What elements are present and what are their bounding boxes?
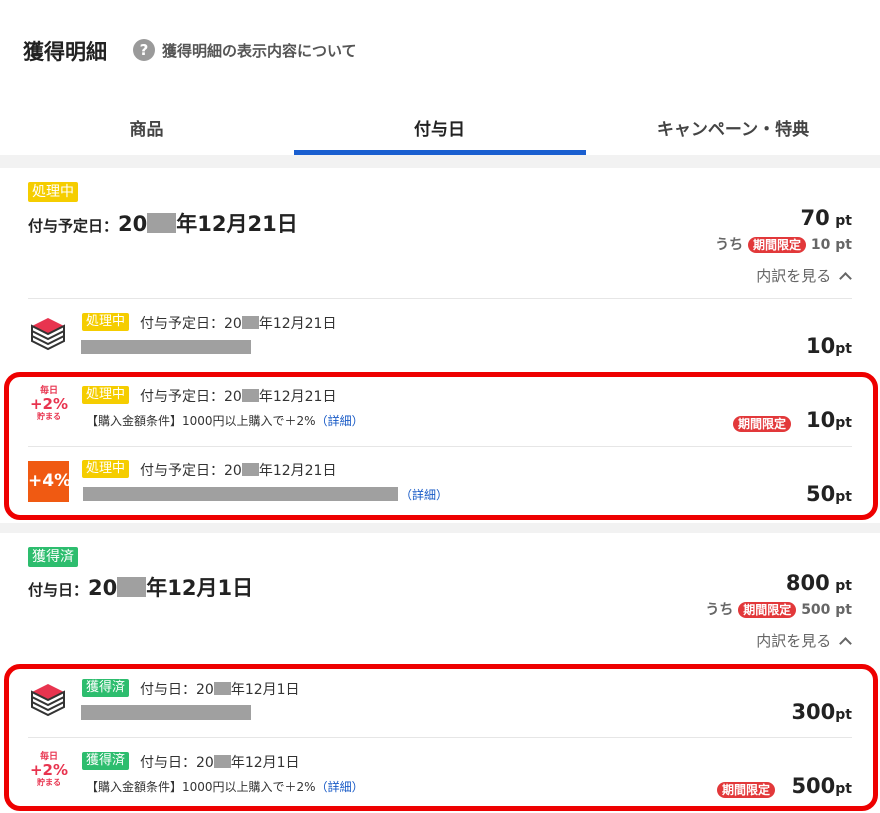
- tab-campaign[interactable]: キャンペーン・特典: [586, 115, 880, 140]
- page-title: 獲得明細: [23, 40, 107, 64]
- highlight-box: [4, 664, 878, 811]
- limited-badge: 期間限定: [738, 602, 797, 618]
- group-limited-summary: うち 期間限定 500 pt: [705, 602, 852, 618]
- highlight-box: [4, 372, 878, 520]
- header-panel: 獲得明細 ? 獲得明細の表示内容について 商品 付与日 キャンペーン・特典: [0, 0, 880, 155]
- group-date: 付与日：20 年12月1日: [28, 576, 254, 600]
- redacted-product-name: [81, 340, 251, 354]
- help-icon[interactable]: ?: [133, 39, 155, 61]
- item-date: 付与予定日：20 年12月21日: [140, 316, 337, 332]
- help-link[interactable]: 獲得明細の表示内容について: [162, 40, 357, 61]
- group-total-points: 800 pt: [785, 571, 852, 595]
- status-badge: 処理中: [82, 313, 130, 331]
- item-points: 10pt: [806, 334, 852, 358]
- group-total-points: 70 pt: [800, 206, 852, 230]
- limited-badge: 期間限定: [748, 237, 807, 253]
- status-badge: 獲得済: [28, 547, 78, 567]
- group-limited-summary: うち 期間限定 10 pt: [715, 237, 852, 253]
- book-stack-icon: [28, 312, 68, 352]
- breakdown-toggle[interactable]: 内訳を見る: [756, 265, 852, 286]
- tab-product[interactable]: 商品: [0, 115, 293, 140]
- breakdown-toggle[interactable]: 内訳を見る: [756, 630, 852, 651]
- tab-grant-date[interactable]: 付与日: [293, 115, 586, 140]
- active-tab-indicator: [294, 150, 586, 155]
- group-date: 付与予定日：20 年12月21日: [28, 212, 298, 236]
- status-badge: 処理中: [28, 182, 78, 202]
- chevron-up-icon: [839, 272, 852, 285]
- chevron-up-icon: [839, 637, 852, 650]
